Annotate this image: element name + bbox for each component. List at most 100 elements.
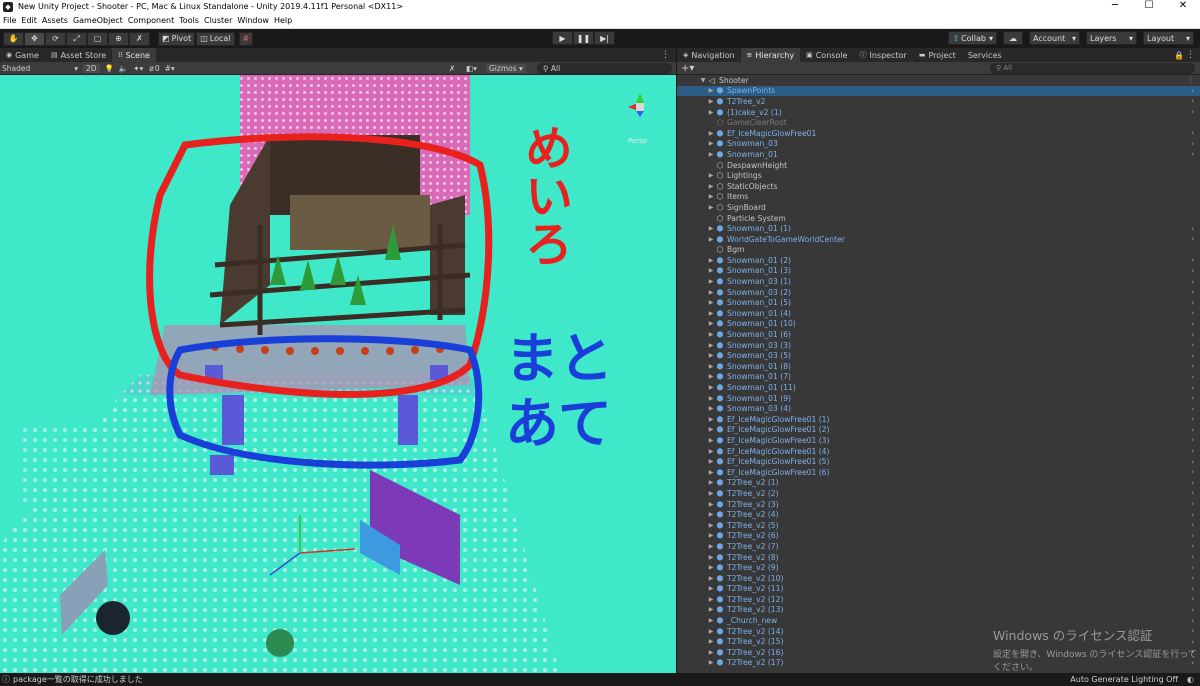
hierarchy-item[interactable]: ▶ ⬢ T2Tree_v2 › xyxy=(677,96,1200,107)
expand-arrow-icon[interactable]: ▼ xyxy=(699,77,707,84)
expand-arrow-icon[interactable]: ▶ xyxy=(707,225,715,232)
2d-toggle[interactable]: 2D xyxy=(83,63,100,73)
open-prefab-icon[interactable]: › xyxy=(1191,532,1194,540)
open-prefab-icon[interactable]: › xyxy=(1191,225,1194,233)
hierarchy-item[interactable]: ▶ ⬢ T2Tree_v2 (13) › xyxy=(677,605,1200,616)
status-message[interactable]: ⓘ package一覧の取得に成功しました xyxy=(2,674,143,685)
open-prefab-icon[interactable]: › xyxy=(1191,352,1194,360)
hierarchy-item[interactable]: ▶ ⬢ Ef_IceMagicGlowFree01 (2) › xyxy=(677,425,1200,436)
hierarchy-item[interactable]: ▶ ⬢ Snowman_03 (3) › xyxy=(677,340,1200,351)
expand-arrow-icon[interactable]: ▶ xyxy=(707,490,715,497)
expand-arrow-icon[interactable]: ▶ xyxy=(707,87,715,94)
open-prefab-icon[interactable]: › xyxy=(1191,574,1194,582)
scene-search-input[interactable]: ⚲ All xyxy=(537,63,672,74)
scale-tool-button[interactable]: ⤢ xyxy=(66,31,87,46)
play-button[interactable]: ▶ xyxy=(552,31,573,45)
open-prefab-icon[interactable]: › xyxy=(1191,267,1194,275)
open-prefab-icon[interactable]: › xyxy=(1191,489,1194,497)
open-prefab-icon[interactable]: › xyxy=(1191,553,1194,561)
expand-arrow-icon[interactable]: ▶ xyxy=(707,395,715,402)
open-prefab-icon[interactable]: › xyxy=(1191,278,1194,286)
expand-arrow-icon[interactable]: ▶ xyxy=(707,448,715,455)
expand-arrow-icon[interactable]: ▶ xyxy=(707,140,715,147)
tab-asset-store[interactable]: ▤ Asset Store xyxy=(45,48,112,62)
minimize-button[interactable]: ─ xyxy=(1098,0,1132,13)
lock-icon[interactable]: 🔒 xyxy=(1174,51,1184,60)
open-prefab-icon[interactable]: › xyxy=(1191,129,1194,137)
expand-arrow-icon[interactable]: ▶ xyxy=(707,320,715,327)
expand-arrow-icon[interactable]: ▶ xyxy=(707,617,715,624)
hierarchy-item[interactable]: ▶ ⬢ WorldGateToGameWorldCenter › xyxy=(677,234,1200,245)
open-prefab-icon[interactable]: › xyxy=(1191,320,1194,328)
tab-inspector[interactable]: ⓘ Inspector xyxy=(853,48,912,62)
expand-arrow-icon[interactable]: ▶ xyxy=(707,204,715,211)
pivot-toggle[interactable]: ◩ Pivot xyxy=(158,31,196,46)
open-prefab-icon[interactable]: › xyxy=(1191,150,1194,158)
hierarchy-item[interactable]: ▶ ⬢ Snowman_01 (9) › xyxy=(677,393,1200,404)
open-prefab-icon[interactable]: › xyxy=(1191,415,1194,423)
expand-arrow-icon[interactable]: ▶ xyxy=(707,585,715,592)
expand-arrow-icon[interactable]: ▶ xyxy=(707,310,715,317)
hierarchy-item[interactable]: ▶ ⬢ SpawnPoints › xyxy=(677,85,1200,97)
menu-assets[interactable]: Assets xyxy=(42,16,68,25)
move-tool-button[interactable]: ✥ xyxy=(24,31,45,46)
hierarchy-item[interactable]: ▶ ⬢ T2Tree_v2 (3) › xyxy=(677,499,1200,510)
open-prefab-icon[interactable]: › xyxy=(1191,436,1194,444)
open-prefab-icon[interactable]: › xyxy=(1191,447,1194,455)
expand-arrow-icon[interactable]: ▶ xyxy=(707,501,715,508)
hierarchy-item[interactable]: ▶ ⬢ Snowman_01 (5) › xyxy=(677,297,1200,308)
tab-hierarchy[interactable]: ≡ Hierarchy xyxy=(740,48,801,62)
open-prefab-icon[interactable]: › xyxy=(1191,373,1194,381)
light-toggle-icon[interactable]: 💡 xyxy=(105,64,114,73)
transform-tool-button[interactable]: ⊕ xyxy=(108,31,129,46)
hierarchy-item[interactable]: ▶ ⬢ Ef_IceMagicGlowFree01 (4) › xyxy=(677,446,1200,457)
expand-arrow-icon[interactable]: ▶ xyxy=(707,469,715,476)
open-prefab-icon[interactable]: › xyxy=(1191,341,1194,349)
hierarchy-item[interactable]: ▶ ⬢ Snowman_01 (6) › xyxy=(677,329,1200,340)
hierarchy-item[interactable]: ▶ ⬢ Snowman_03 (2) › xyxy=(677,287,1200,298)
hierarchy-item[interactable]: ▶ ⬢ Snowman_03 (1) › xyxy=(677,276,1200,287)
hierarchy-item[interactable]: ⬡ Particle System xyxy=(677,213,1200,224)
hierarchy-item[interactable]: ▶ ⬢ Snowman_03 › xyxy=(677,139,1200,150)
open-prefab-icon[interactable]: › xyxy=(1191,394,1194,402)
audio-toggle-icon[interactable]: 🔈 xyxy=(119,64,128,73)
local-toggle[interactable]: ◫ Local xyxy=(196,31,235,46)
open-prefab-icon[interactable]: › xyxy=(1191,585,1194,593)
hierarchy-item[interactable]: ▶ ⬢ T2Tree_v2 (2) › xyxy=(677,488,1200,499)
expand-arrow-icon[interactable]: ▶ xyxy=(707,331,715,338)
expand-arrow-icon[interactable]: ▶ xyxy=(707,267,715,274)
expand-arrow-icon[interactable]: ▶ xyxy=(707,458,715,465)
rotate-tool-button[interactable]: ⟳ xyxy=(45,31,66,46)
menu-component[interactable]: Component xyxy=(128,16,174,25)
hierarchy-item[interactable]: ▶ ⬢ (1)cake_v2 (1) › xyxy=(677,107,1200,118)
hierarchy-item[interactable]: ▶ ⬢ T2Tree_v2 (4) › xyxy=(677,509,1200,520)
view-gizmo-label[interactable]: Persp xyxy=(628,137,647,145)
expand-arrow-icon[interactable]: ▶ xyxy=(707,278,715,285)
hierarchy-item[interactable]: ▶ ⬢ Ef_IceMagicGlowFree01 (5) › xyxy=(677,456,1200,467)
expand-arrow-icon[interactable]: ▶ xyxy=(707,532,715,539)
open-prefab-icon[interactable]: › xyxy=(1191,458,1194,466)
hierarchy-item[interactable]: ▶ ⬢ T2Tree_v2 (8) › xyxy=(677,552,1200,563)
hierarchy-item[interactable]: ▶ ⬢ T2Tree_v2 (9) › xyxy=(677,562,1200,573)
open-prefab-icon[interactable]: › xyxy=(1191,500,1194,508)
more-options-icon[interactable]: ⋮ xyxy=(1186,50,1195,60)
open-prefab-icon[interactable]: › xyxy=(1191,299,1194,307)
account-dropdown[interactable]: Account ▾ xyxy=(1029,31,1080,45)
expand-arrow-icon[interactable]: ▶ xyxy=(707,522,715,529)
camera-settings-icon[interactable]: ◧▾ xyxy=(466,64,477,73)
open-prefab-icon[interactable]: › xyxy=(1191,362,1194,370)
hierarchy-item[interactable]: ▶ ⬢ T2Tree_v2 (5) › xyxy=(677,520,1200,531)
hierarchy-item[interactable]: ▶ ⬢ Snowman_03 (5) › xyxy=(677,350,1200,361)
open-prefab-icon[interactable]: › xyxy=(1191,108,1194,116)
expand-arrow-icon[interactable]: ▶ xyxy=(707,98,715,105)
hierarchy-item[interactable]: ⬡ Bgm xyxy=(677,245,1200,256)
menu-gameobject[interactable]: GameObject xyxy=(73,16,123,25)
more-options-icon[interactable]: ⋮ xyxy=(661,50,670,60)
step-button[interactable]: ▶| xyxy=(594,31,615,45)
hand-tool-button[interactable]: ✋ xyxy=(3,31,24,46)
open-prefab-icon[interactable]: › xyxy=(1191,542,1194,550)
menu-tools[interactable]: Tools xyxy=(179,16,199,25)
hierarchy-item[interactable]: ▶ ⬡ StaticObjects xyxy=(677,181,1200,192)
expand-arrow-icon[interactable]: ▶ xyxy=(707,437,715,444)
hierarchy-item[interactable]: ▶ ⬢ Ef_IceMagicGlowFree01 › xyxy=(677,128,1200,139)
